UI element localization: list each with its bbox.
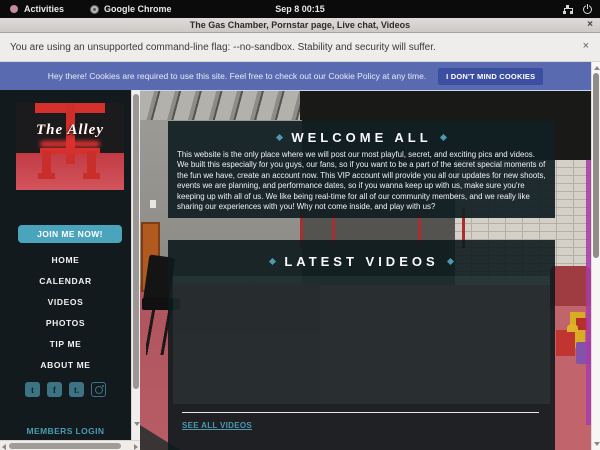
- latest-videos-section: LATEST VIDEOS SEE ALL VIDEOS: [168, 240, 555, 450]
- power-icon[interactable]: [583, 5, 592, 14]
- scroll-down-arrow-icon[interactable]: [594, 442, 600, 446]
- latest-videos-heading: LATEST VIDEOS: [168, 240, 555, 269]
- divider: [182, 412, 539, 413]
- system-top-bar: Activities Google Chrome Sep 8 00:15: [0, 0, 600, 18]
- sidebar-item-about-me[interactable]: ABOUT ME: [0, 355, 131, 375]
- page-vertical-scrollbar[interactable]: [591, 62, 600, 450]
- twitter-icon[interactable]: t: [25, 382, 40, 397]
- members-login-link[interactable]: MEMBERS LOGIN: [0, 426, 131, 436]
- sidebar-item-photos[interactable]: PHOTOS: [0, 313, 131, 333]
- sidebar-item-home[interactable]: HOME: [0, 250, 131, 270]
- sidebar-item-videos[interactable]: VIDEOS: [0, 292, 131, 312]
- infobar-close-icon[interactable]: ×: [583, 40, 589, 52]
- scroll-left-arrow-icon[interactable]: [2, 444, 6, 450]
- window-title: The Gas Chamber, Pornstar page, Live cha…: [190, 20, 410, 30]
- window-close-icon[interactable]: ×: [587, 19, 593, 30]
- network-icon[interactable]: [563, 5, 573, 14]
- welcome-title: WELCOME ALL: [291, 130, 431, 145]
- latest-videos-title: LATEST VIDEOS: [284, 254, 438, 269]
- chrome-infobar: You are using an unsupported command-lin…: [0, 33, 600, 62]
- screen: Activities Google Chrome Sep 8 00:15 The…: [0, 0, 600, 450]
- window-title-bar[interactable]: The Gas Chamber, Pornstar page, Live cha…: [0, 18, 600, 33]
- logo-title: The Alley: [16, 122, 124, 139]
- video-list-area: [173, 276, 550, 404]
- scroll-up-arrow-icon[interactable]: [594, 66, 600, 70]
- web-page: The Alley JOIN ME NOW! HOME CALENDAR VID…: [0, 90, 600, 450]
- sidebar: The Alley JOIN ME NOW! HOME CALENDAR VID…: [0, 90, 131, 450]
- clock[interactable]: Sep 8 00:15: [0, 4, 600, 14]
- photo-red-bench: [550, 266, 591, 306]
- sidebar-item-calendar[interactable]: CALENDAR: [0, 271, 131, 291]
- sidebar-item-tip-me[interactable]: TIP ME: [0, 334, 131, 354]
- page-vertical-scrollbar-thumb[interactable]: [593, 73, 599, 258]
- diamond-icon: [447, 258, 454, 265]
- scroll-right-arrow-icon[interactable]: [134, 444, 138, 450]
- facebook-icon[interactable]: f: [47, 382, 62, 397]
- diamond-icon: [440, 134, 447, 141]
- sidebar-horizontal-scrollbar[interactable]: [0, 440, 140, 450]
- diamond-icon: [276, 134, 283, 141]
- cookie-bar: Hey there! Cookies are required to use t…: [0, 62, 591, 90]
- social-links: t f t.: [0, 382, 131, 397]
- see-all-videos-link[interactable]: SEE ALL VIDEOS: [182, 421, 252, 430]
- sidebar-vertical-scrollbar[interactable]: [131, 90, 140, 440]
- cookie-message: Hey there! Cookies are required to use t…: [48, 71, 426, 81]
- cookie-accept-button[interactable]: I DON'T MIND COOKIES: [438, 68, 543, 85]
- join-now-button[interactable]: JOIN ME NOW!: [18, 225, 122, 243]
- diamond-icon: [269, 258, 276, 265]
- tumblr-icon[interactable]: t.: [69, 382, 84, 397]
- infobar-message: You are using an unsupported command-lin…: [10, 42, 436, 53]
- sidebar-horizontal-scrollbar-thumb[interactable]: [9, 443, 121, 449]
- welcome-section: WELCOME ALL This website is the only pla…: [168, 121, 555, 218]
- welcome-text: This website is the only place where we …: [168, 145, 555, 212]
- scroll-down-arrow-icon[interactable]: [134, 422, 140, 426]
- sidebar-vertical-scrollbar-thumb[interactable]: [133, 94, 139, 389]
- instagram-icon[interactable]: [91, 382, 106, 397]
- welcome-heading: WELCOME ALL: [168, 121, 555, 145]
- site-logo[interactable]: The Alley: [16, 103, 124, 190]
